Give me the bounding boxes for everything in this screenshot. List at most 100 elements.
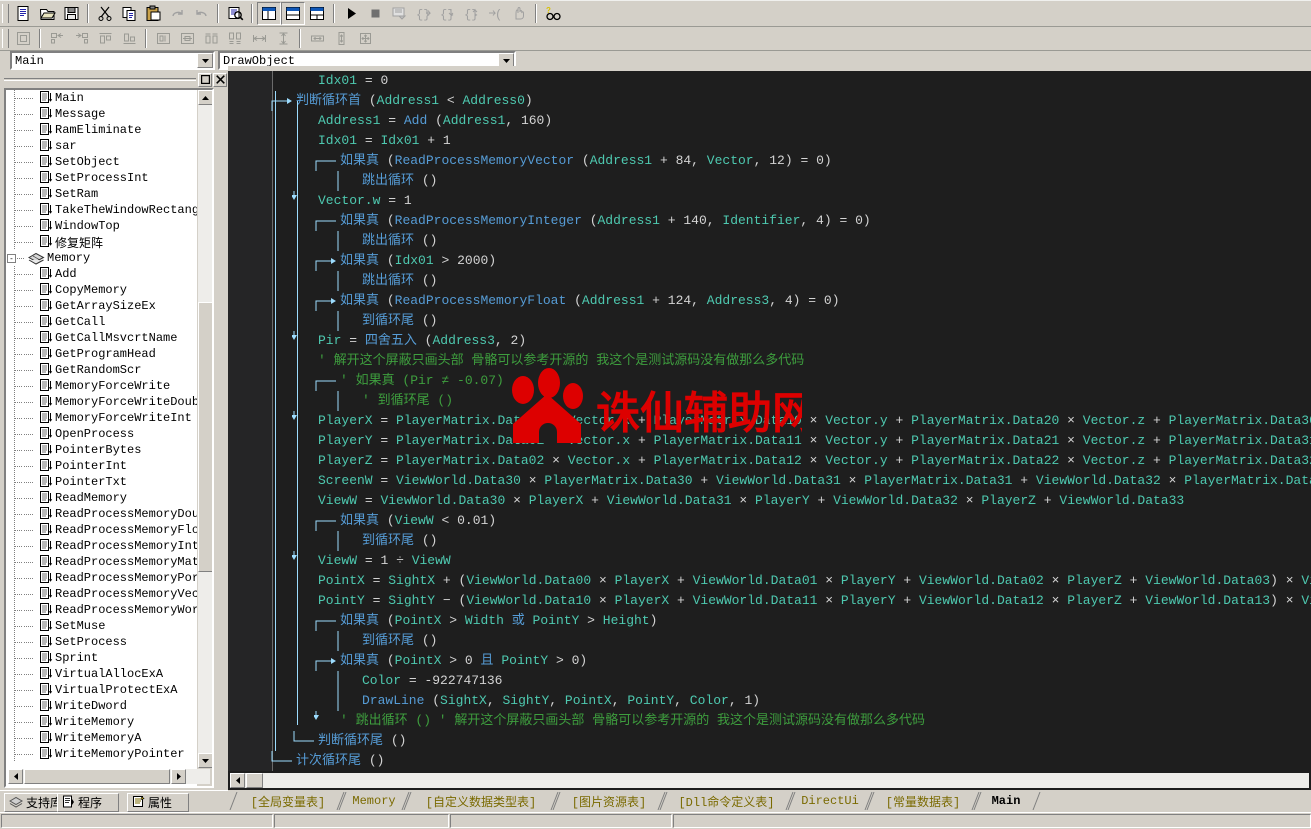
align-bottom-button[interactable] (117, 29, 141, 49)
toolbar-grip[interactable] (2, 4, 9, 23)
code-line[interactable]: Idx01 = Idx01 + 1 (274, 131, 1311, 151)
tab-global-variables[interactable]: [全局变量表] (229, 791, 347, 811)
code-line[interactable]: ScreenW = ViewWorld.Data30 × PlayerMatri… (274, 471, 1311, 491)
space-vertical-button[interactable] (271, 29, 295, 49)
tree-item-ReadProcessMemoryDouble[interactable]: ReadProcessMemoryDouble (6, 506, 197, 522)
tree-item-sar[interactable]: sar (6, 138, 197, 154)
same-size-button[interactable] (353, 29, 377, 49)
tree-expander[interactable]: - (7, 254, 16, 263)
tree-item-WriteDword[interactable]: WriteDword (6, 698, 197, 714)
undo-button[interactable] (189, 2, 213, 25)
distribute-horizontal-button[interactable] (199, 29, 223, 49)
same-width-button[interactable] (305, 29, 329, 49)
code-line[interactable]: 跳出循环 () (274, 171, 1311, 191)
code-line[interactable]: 跳出循环 () (274, 271, 1311, 291)
hand-button[interactable] (507, 2, 531, 25)
tree-item-TakeTheWindowRectangle[interactable]: TakeTheWindowRectangle (6, 202, 197, 218)
code-line[interactable]: PlayerX = PlayerMatrix.Data00 × Vector.x… (274, 411, 1311, 431)
code-hscroll-track[interactable] (230, 773, 1309, 788)
code-line[interactable]: 如果真 (Idx01 > 2000) (274, 251, 1311, 271)
tree-item-修复矩阵[interactable]: 修复矩阵 (6, 234, 197, 251)
tree-item-GetCallMsvcrtName[interactable]: GetCallMsvcrtName (6, 330, 197, 346)
code-line[interactable]: 如果真 (PointX > 0 且 PointY > 0) (274, 651, 1311, 671)
tree-item-MemoryForceWrite[interactable]: MemoryForceWrite (6, 378, 197, 394)
tree-item-SetMuse[interactable]: SetMuse (6, 618, 197, 634)
code-line[interactable]: PlayerY = PlayerMatrix.Data01 × Vector.x… (274, 431, 1311, 451)
align-right-button[interactable] (69, 29, 93, 49)
compile-button[interactable] (387, 2, 411, 25)
code-line[interactable]: ' 跳出循环 () ' 解开这个屏蔽只画头部 骨骼可以参考开源的 我这个是测试源… (274, 711, 1311, 731)
subroutine-tree[interactable]: Main Message RamEliminate sar SetObject … (4, 88, 214, 788)
code-line[interactable]: 判断循环首 (Address1 < Address0) (271, 91, 1311, 111)
tree-item-ReadProcessMemoryInteger[interactable]: ReadProcessMemoryInteger (6, 538, 197, 554)
scroll-left-button[interactable] (8, 769, 23, 784)
code-line[interactable]: 判断循环尾 () (274, 731, 1311, 751)
tree-item-CopyMemory[interactable]: CopyMemory (6, 282, 197, 298)
tree-item-MemoryForceWriteInt[interactable]: MemoryForceWriteInt (6, 410, 197, 426)
redo-button[interactable] (165, 2, 189, 25)
layout-bottom-pane-button[interactable] (305, 2, 329, 25)
tree-item-MemoryForceWriteDouble[interactable]: MemoryForceWriteDouble (6, 394, 197, 410)
tree-vertical-scrollbar[interactable] (197, 90, 212, 786)
new-file-button[interactable] (11, 2, 35, 25)
scroll-up-button[interactable] (198, 90, 212, 105)
tree-item-GetCall[interactable]: GetCall (6, 314, 197, 330)
step-into-button[interactable]: {} (435, 2, 459, 25)
tree-item-Sprint[interactable]: Sprint (6, 650, 197, 666)
tree-item-ReadProcessMemoryPort[interactable]: ReadProcessMemoryPort (6, 570, 197, 586)
program-tab[interactable]: 程序 (57, 793, 119, 812)
copy-button[interactable] (117, 2, 141, 25)
align-top-button[interactable] (93, 29, 117, 49)
tree-item-SetProcessInt[interactable]: SetProcessInt (6, 170, 197, 186)
code-line[interactable]: Idx01 = 0 (274, 71, 1311, 91)
code-content[interactable]: Idx01 = 0 判断循环首 (Address1 < Address0) Add… (271, 71, 1311, 771)
code-line[interactable]: Vector.w = 1 (274, 191, 1311, 211)
paste-button[interactable] (141, 2, 165, 25)
code-line[interactable]: 如果真 (ReadProcessMemoryInteger (Address1 … (274, 211, 1311, 231)
code-line[interactable]: Address1 = Add (Address1, 160) (274, 111, 1311, 131)
tree-item-SetObject[interactable]: SetObject (6, 154, 197, 170)
code-line[interactable]: ' 到循环尾 () (274, 391, 1311, 411)
step-over-button[interactable]: {} (411, 2, 435, 25)
tree-item-ReadProcessMemoryVector[interactable]: ReadProcessMemoryVector (6, 586, 197, 602)
toolbar-grip[interactable] (2, 29, 9, 48)
open-file-button[interactable] (35, 2, 59, 25)
code-line[interactable]: 到循环尾 () (274, 631, 1311, 651)
tab-main[interactable]: Main (971, 791, 1041, 811)
tab-directui[interactable]: DirectUi (785, 791, 875, 811)
code-line[interactable]: PlayerZ = PlayerMatrix.Data02 × Vector.x… (274, 451, 1311, 471)
center-horizontal-button[interactable] (151, 29, 175, 49)
tree-item-ReadProcessMemoryMatrix[interactable]: ReadProcessMemoryMatrix (6, 554, 197, 570)
tree-hscroll-thumb[interactable] (24, 769, 170, 784)
tree-item-ReadMemory[interactable]: ReadMemory (6, 490, 197, 506)
code-line[interactable]: 如果真 (ViewW < 0.01) (274, 511, 1311, 531)
tree-item-WriteMemoryA[interactable]: WriteMemoryA (6, 730, 197, 746)
code-line[interactable]: PointX = SightX + (ViewWorld.Data00 × Pl… (274, 571, 1311, 591)
code-line[interactable]: 如果真 (PointX > Width 或 PointY > Height) (274, 611, 1311, 631)
distribute-vertical-button[interactable] (223, 29, 247, 49)
tab-custom-datatypes[interactable]: [自定义数据类型表] (401, 791, 561, 811)
run-to-cursor-button[interactable]: () (483, 2, 507, 25)
code-editor[interactable]: Idx01 = 0 判断循环首 (Address1 < Address0) Add… (228, 71, 1311, 771)
tab-image-resources[interactable]: [图片资源表] (550, 791, 668, 811)
tree-item-Memory[interactable]: - Memory (6, 250, 197, 266)
align-left-button[interactable] (45, 29, 69, 49)
tree-item-VirtualProtectExA[interactable]: VirtualProtectExA (6, 682, 197, 698)
code-scroll-left-button[interactable] (230, 773, 245, 788)
tree-item-SetRam[interactable]: SetRam (6, 186, 197, 202)
run-button[interactable] (339, 2, 363, 25)
tree-item-GetRandomScr[interactable]: GetRandomScr (6, 362, 197, 378)
code-line[interactable]: 到循环尾 () (274, 531, 1311, 551)
tree-item-GetArraySizeEx[interactable]: GetArraySizeEx (6, 298, 197, 314)
tree-item-OpenProcess[interactable]: OpenProcess (6, 426, 197, 442)
code-line[interactable]: 计次循环尾 () (271, 751, 1311, 771)
tree-horizontal-scrollbar[interactable] (8, 769, 210, 784)
center-vertical-button[interactable] (175, 29, 199, 49)
code-line[interactable]: PointY = SightY − (ViewWorld.Data10 × Pl… (274, 591, 1311, 611)
chevron-down-icon[interactable] (197, 53, 213, 68)
code-line[interactable]: 到循环尾 () (274, 311, 1311, 331)
tree-item-WriteMemory[interactable]: WriteMemory (6, 714, 197, 730)
code-line[interactable]: 如果真 (ReadProcessMemoryFloat (Address1 + … (274, 291, 1311, 311)
tree-item-Message[interactable]: Message (6, 106, 197, 122)
code-line[interactable]: Pir = 四舍五入 (Address3, 2) (274, 331, 1311, 351)
